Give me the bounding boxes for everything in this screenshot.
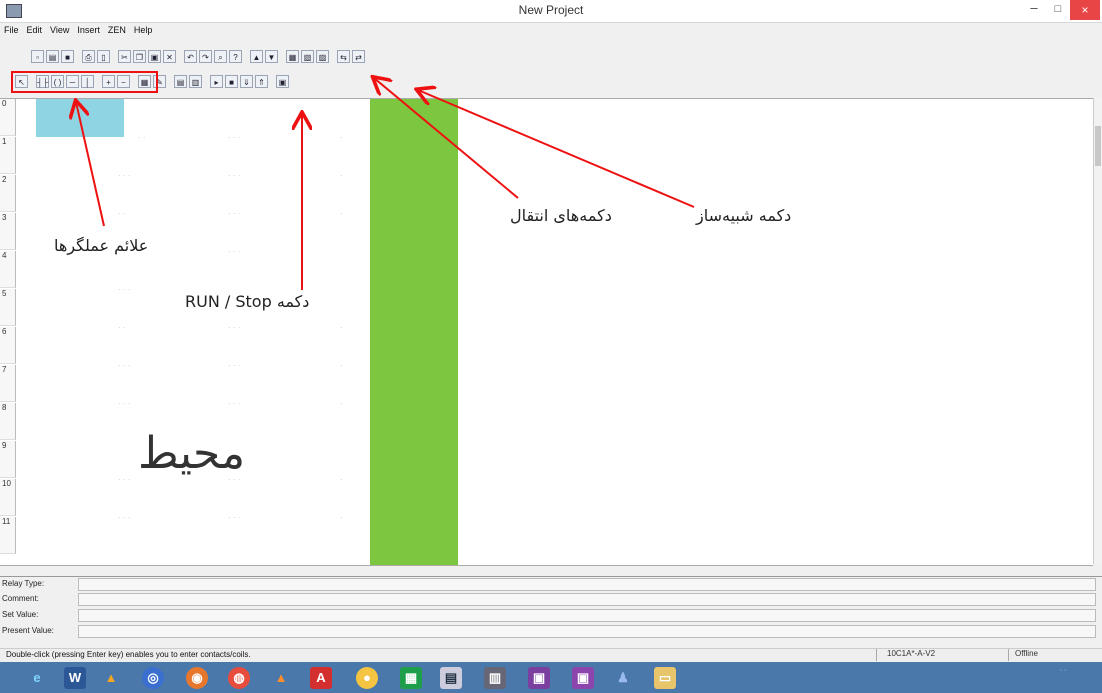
- operators-arrow: [76, 102, 105, 227]
- simulator-caption: دکمه شبیه‌ساز: [696, 206, 792, 225]
- run-stop-caption: دکمه RUN / Stop: [185, 292, 309, 311]
- environment-caption: محیط: [138, 428, 246, 479]
- annotation-arrows: [0, 0, 695, 290]
- transfer-arrow: [374, 78, 519, 199]
- operators-caption: علائم عملگرها: [54, 236, 149, 255]
- transfer-caption: دکمه‌های انتقال: [510, 206, 612, 225]
- run-stop-caption-text: دکمه RUN / Stop: [185, 292, 310, 311]
